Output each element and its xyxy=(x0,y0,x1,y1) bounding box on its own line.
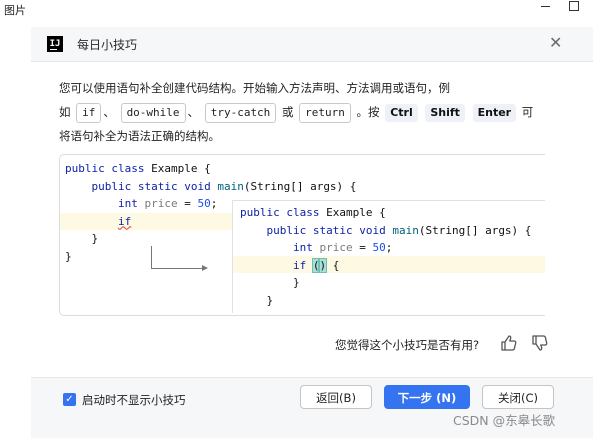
code-token: public class xyxy=(65,162,145,175)
keyword-chip-do-while: do-while xyxy=(120,103,186,123)
code-token: { xyxy=(326,258,340,272)
dialog-title: 每日小技巧 xyxy=(77,38,138,52)
code-token: if xyxy=(292,258,307,272)
minimize-icon[interactable] xyxy=(541,6,550,7)
code-token: price xyxy=(319,241,353,254)
code-token: int xyxy=(117,197,138,210)
keyword-chip-if: if xyxy=(76,103,102,123)
code-token: 50 xyxy=(372,241,386,254)
close-button[interactable]: 关闭(C) xyxy=(482,385,554,409)
separator: 或 xyxy=(281,105,294,119)
code-result-preview: public class Example { public static voi… xyxy=(232,200,545,313)
code-token: Example { xyxy=(319,206,386,219)
code-token: } xyxy=(65,249,72,263)
text-suffix: 可 xyxy=(521,105,534,119)
arrow-line xyxy=(151,268,204,269)
code-after: public class Example { public static voi… xyxy=(240,204,531,309)
code-token: } xyxy=(266,293,274,307)
text-prefix: 如 xyxy=(59,105,71,119)
dialog-header: IJ 每日小技巧 ✕ xyxy=(31,27,593,62)
watermark: CSDN @东皋长歌 xyxy=(453,413,556,428)
window-title: 图片 xyxy=(4,4,26,17)
code-token: (String[] args) { xyxy=(418,223,532,237)
code-token: 50 xyxy=(197,197,211,210)
key-ctrl: Ctrl xyxy=(385,104,418,122)
code-token: = xyxy=(352,241,373,254)
separator: 、 xyxy=(103,105,115,119)
intellij-logo-icon: IJ xyxy=(47,36,63,52)
code-token: main xyxy=(217,179,244,193)
thumbs-down-icon[interactable] xyxy=(530,333,550,353)
code-token: } xyxy=(91,232,99,245)
next-button[interactable]: 下一步 (N) xyxy=(384,385,470,409)
separator: 、 xyxy=(187,105,200,119)
code-token: price xyxy=(144,197,178,210)
back-button[interactable]: 返回(B) xyxy=(300,385,372,409)
arrow-line xyxy=(151,246,152,268)
dont-show-label[interactable]: 启动时不显示小技巧 xyxy=(82,392,186,408)
keyword-chip-return: return xyxy=(299,103,351,123)
code-token: } xyxy=(292,276,300,289)
description-line-1: 您可以使用语句补全创建代码结构。开始输入方法声明、方法调用或语句，例 xyxy=(59,81,450,95)
code-token: ; xyxy=(210,197,218,210)
description-line-2: 如 if、 do-while、 try-catch 或 return 。按 Ct… xyxy=(59,100,569,124)
code-token: main xyxy=(392,223,419,237)
arrow-right-icon xyxy=(202,265,208,271)
description-line-3: 将语句补全为语法正确的结构。 xyxy=(59,129,220,143)
code-token: public static void xyxy=(91,179,211,193)
key-shift: Shift xyxy=(425,104,465,122)
code-token: public class xyxy=(240,206,320,219)
tip-description: 您可以使用语句补全创建代码结构。开始输入方法声明、方法调用或语句，例 如 if、… xyxy=(59,76,569,148)
code-token: ; xyxy=(385,241,393,254)
code-token: (String[] args) { xyxy=(243,179,357,193)
key-enter: Enter xyxy=(472,104,517,122)
code-token: if xyxy=(117,214,132,228)
feedback-question: 您觉得这个小技巧是否有用? xyxy=(335,338,480,352)
maximize-icon[interactable] xyxy=(569,1,579,11)
tip-of-the-day-dialog: IJ 每日小技巧 ✕ 您可以使用语句补全创建代码结构。开始输入方法声明、方法调用… xyxy=(31,27,593,438)
keyword-chip-try-catch: try-catch xyxy=(204,103,277,123)
separator: 。按 xyxy=(356,105,380,119)
close-icon[interactable]: ✕ xyxy=(549,33,562,53)
code-token: public static void xyxy=(266,223,386,237)
thumbs-up-icon[interactable] xyxy=(499,333,519,353)
code-token: int xyxy=(292,241,313,254)
dont-show-checkbox[interactable]: ✓ xyxy=(63,393,76,406)
code-token: Example { xyxy=(144,162,211,175)
code-token: = xyxy=(177,197,198,210)
